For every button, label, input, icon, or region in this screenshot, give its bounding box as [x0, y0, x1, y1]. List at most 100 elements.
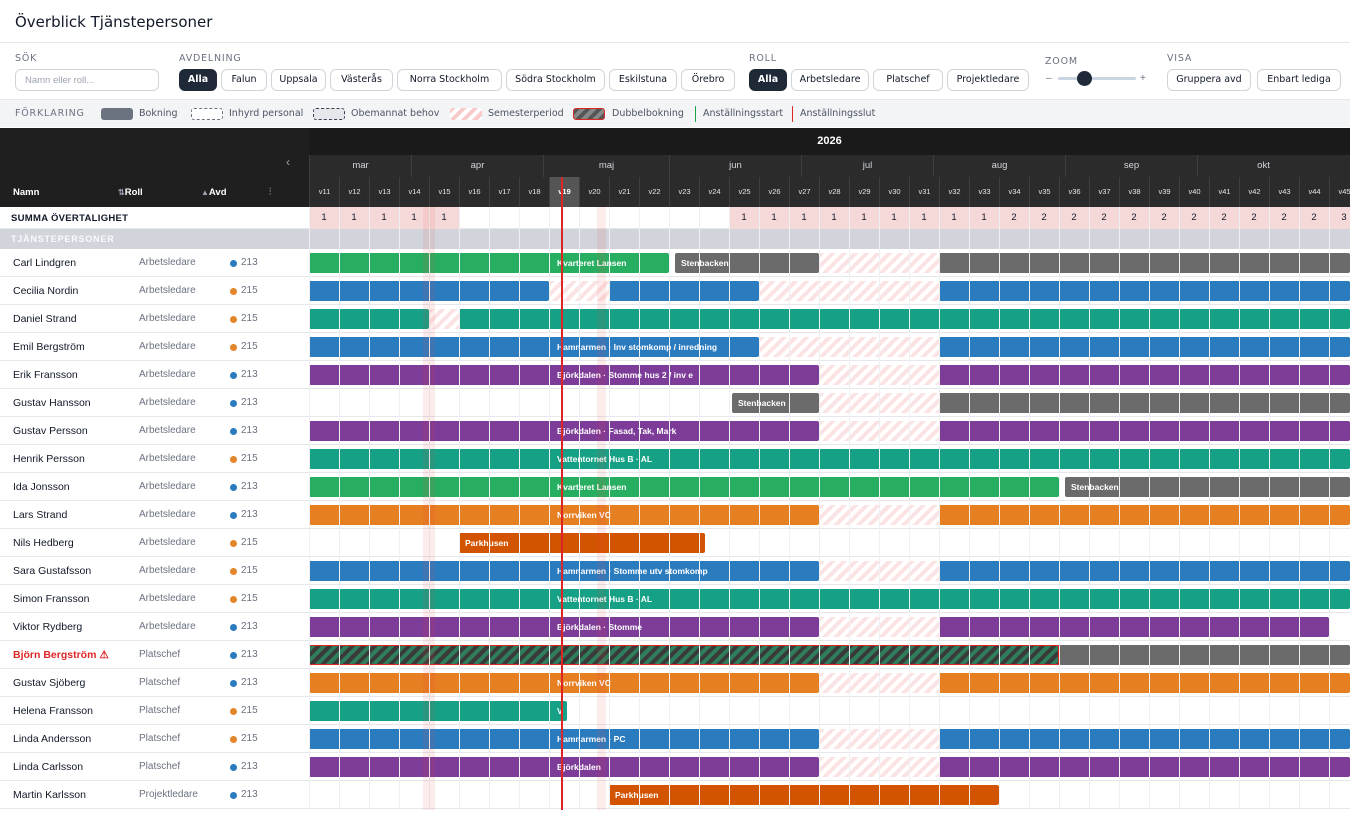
- booking-bar[interactable]: Kvarteret Lansen: [309, 253, 669, 273]
- person-name[interactable]: Helena Fransson: [13, 705, 93, 717]
- zoom-slider-handle[interactable]: [1077, 71, 1092, 86]
- booking-bar[interactable]: [939, 253, 1350, 273]
- week-label[interactable]: v36: [1059, 177, 1089, 207]
- dept-chip[interactable]: Norra Stockholm: [397, 69, 502, 91]
- dept-chip[interactable]: Västerås: [330, 69, 393, 91]
- week-label[interactable]: v35: [1029, 177, 1059, 207]
- booking-bar[interactable]: Hamnarmen · PC: [309, 729, 819, 749]
- week-label[interactable]: v41: [1209, 177, 1239, 207]
- booking-bar[interactable]: [939, 421, 1350, 441]
- person-name[interactable]: Carl Lindgren: [13, 257, 76, 269]
- week-label[interactable]: v42: [1239, 177, 1269, 207]
- person-name[interactable]: Daniel Strand: [13, 313, 77, 325]
- week-label[interactable]: v43: [1269, 177, 1299, 207]
- person-row[interactable]: Daniel Strand Arbetsledare 215: [0, 305, 1350, 333]
- booking-bar[interactable]: Norrviken VC: [309, 673, 819, 693]
- week-label[interactable]: v27: [789, 177, 819, 207]
- week-label[interactable]: v24: [699, 177, 729, 207]
- person-name[interactable]: Emil Bergström: [13, 341, 85, 353]
- booking-bar[interactable]: [939, 393, 1350, 413]
- col-header-dept[interactable]: ▲Avd: [201, 187, 227, 198]
- person-row[interactable]: Gustav Persson Arbetsledare 213 Björkdalen …: [0, 417, 1350, 445]
- week-label[interactable]: v40: [1179, 177, 1209, 207]
- booking-bar[interactable]: [309, 309, 429, 329]
- person-name[interactable]: Erik Fransson: [13, 369, 78, 381]
- week-label[interactable]: v30: [879, 177, 909, 207]
- booking-bar[interactable]: Björkdalen: [309, 757, 819, 777]
- booking-bar[interactable]: Parkhusen: [609, 785, 999, 805]
- person-name[interactable]: Linda Andersson: [13, 733, 91, 745]
- dept-chip[interactable]: Falun: [221, 69, 267, 91]
- booking-bar[interactable]: Vattentornet Hus B · AL: [309, 589, 1350, 609]
- booking-bar[interactable]: [939, 281, 1350, 301]
- booking-bar[interactable]: [939, 617, 1329, 637]
- dept-chip[interactable]: Alla: [179, 69, 217, 91]
- booking-bar[interactable]: [939, 337, 1350, 357]
- person-row[interactable]: Gustav Sjöberg Platschef 213 Norrviken VC: [0, 669, 1350, 697]
- week-label[interactable]: v11: [309, 177, 339, 207]
- person-row[interactable]: Henrik Persson Arbetsledare 215 Vattentorne…: [0, 445, 1350, 473]
- person-name[interactable]: Viktor Rydberg: [13, 621, 82, 633]
- double-booking[interactable]: [309, 645, 1059, 665]
- person-name[interactable]: Gustav Sjöberg: [13, 677, 85, 689]
- week-label[interactable]: v20: [579, 177, 609, 207]
- person-name[interactable]: Nils Hedberg: [13, 537, 74, 549]
- week-label[interactable]: v29: [849, 177, 879, 207]
- person-row[interactable]: Helena Fransson Platschef 215 V: [0, 697, 1350, 725]
- booking-bar[interactable]: Stenbacken: [1065, 477, 1350, 497]
- col-header-role[interactable]: ⇅Roll: [118, 187, 143, 198]
- week-label[interactable]: v17: [489, 177, 519, 207]
- booking-bar[interactable]: Hamnarmen · Stomme utv stomkomp: [309, 561, 819, 581]
- week-label[interactable]: v31: [909, 177, 939, 207]
- person-row[interactable]: Martin Karlsson Projektledare 213 Parkhusen: [0, 781, 1350, 809]
- week-label[interactable]: v19: [549, 177, 579, 207]
- booking-bar[interactable]: Björkdalen · Fasad, Tak, Mark: [309, 421, 819, 441]
- role-chip[interactable]: Projektledare: [947, 69, 1029, 91]
- person-name[interactable]: Sara Gustafsson: [13, 565, 91, 577]
- booking-bar[interactable]: [1059, 645, 1350, 665]
- person-row[interactable]: Erik Fransson Arbetsledare 213 Björkdalen ·…: [0, 361, 1350, 389]
- view-chip[interactable]: Gruppera avd: [1167, 69, 1251, 91]
- booking-bar[interactable]: Björkdalen · Stomme: [309, 617, 819, 637]
- person-row[interactable]: Simon Fransson Arbetsledare 215 Vattentorne…: [0, 585, 1350, 613]
- view-chip[interactable]: Enbart lediga: [1257, 69, 1341, 91]
- booking-bar[interactable]: [939, 365, 1350, 385]
- booking-bar[interactable]: [939, 561, 1350, 581]
- week-label[interactable]: v13: [369, 177, 399, 207]
- week-label[interactable]: v12: [339, 177, 369, 207]
- person-name[interactable]: Lars Strand: [13, 509, 67, 521]
- week-label[interactable]: v39: [1149, 177, 1179, 207]
- person-name[interactable]: Henrik Persson: [13, 453, 85, 465]
- person-row[interactable]: Sara Gustafsson Arbetsledare 215 Hamnarmen …: [0, 557, 1350, 585]
- person-row[interactable]: Linda Carlsson Platschef 213 Björkdalen: [0, 753, 1350, 781]
- week-label[interactable]: v15: [429, 177, 459, 207]
- person-row[interactable]: Nils Hedberg Arbetsledare 215 Parkhusen: [0, 529, 1350, 557]
- booking-bar[interactable]: Stenbacken: [675, 253, 819, 273]
- role-chip[interactable]: Alla: [749, 69, 787, 91]
- booking-bar[interactable]: [939, 757, 1350, 777]
- booking-bar[interactable]: [939, 505, 1350, 525]
- week-label[interactable]: v22: [639, 177, 669, 207]
- week-label[interactable]: v33: [969, 177, 999, 207]
- week-label[interactable]: v18: [519, 177, 549, 207]
- booking-bar[interactable]: [459, 309, 1350, 329]
- week-label[interactable]: v23: [669, 177, 699, 207]
- person-name[interactable]: Björn Bergström ⚠: [13, 649, 109, 661]
- person-row[interactable]: Emil Bergström Arbetsledare 215 Hamnarmen ·…: [0, 333, 1350, 361]
- booking-bar[interactable]: Stenbacken: [732, 393, 819, 413]
- booking-bar[interactable]: Kvarteret Lansen: [309, 477, 1059, 497]
- zoom-slider[interactable]: [1058, 77, 1136, 80]
- person-name[interactable]: Simon Fransson: [13, 593, 89, 605]
- week-label[interactable]: v16: [459, 177, 489, 207]
- role-chip[interactable]: Platschef: [873, 69, 943, 91]
- booking-bar[interactable]: [309, 281, 549, 301]
- collapse-chevron-icon[interactable]: ‹: [286, 155, 290, 169]
- week-label[interactable]: v44: [1299, 177, 1329, 207]
- person-name[interactable]: Gustav Hansson: [13, 397, 91, 409]
- dept-chip[interactable]: Eskilstuna: [609, 69, 677, 91]
- week-label[interactable]: v25: [729, 177, 759, 207]
- role-chip[interactable]: Arbetsledare: [791, 69, 869, 91]
- week-label[interactable]: v26: [759, 177, 789, 207]
- booking-bar[interactable]: [939, 673, 1350, 693]
- week-label[interactable]: v32: [939, 177, 969, 207]
